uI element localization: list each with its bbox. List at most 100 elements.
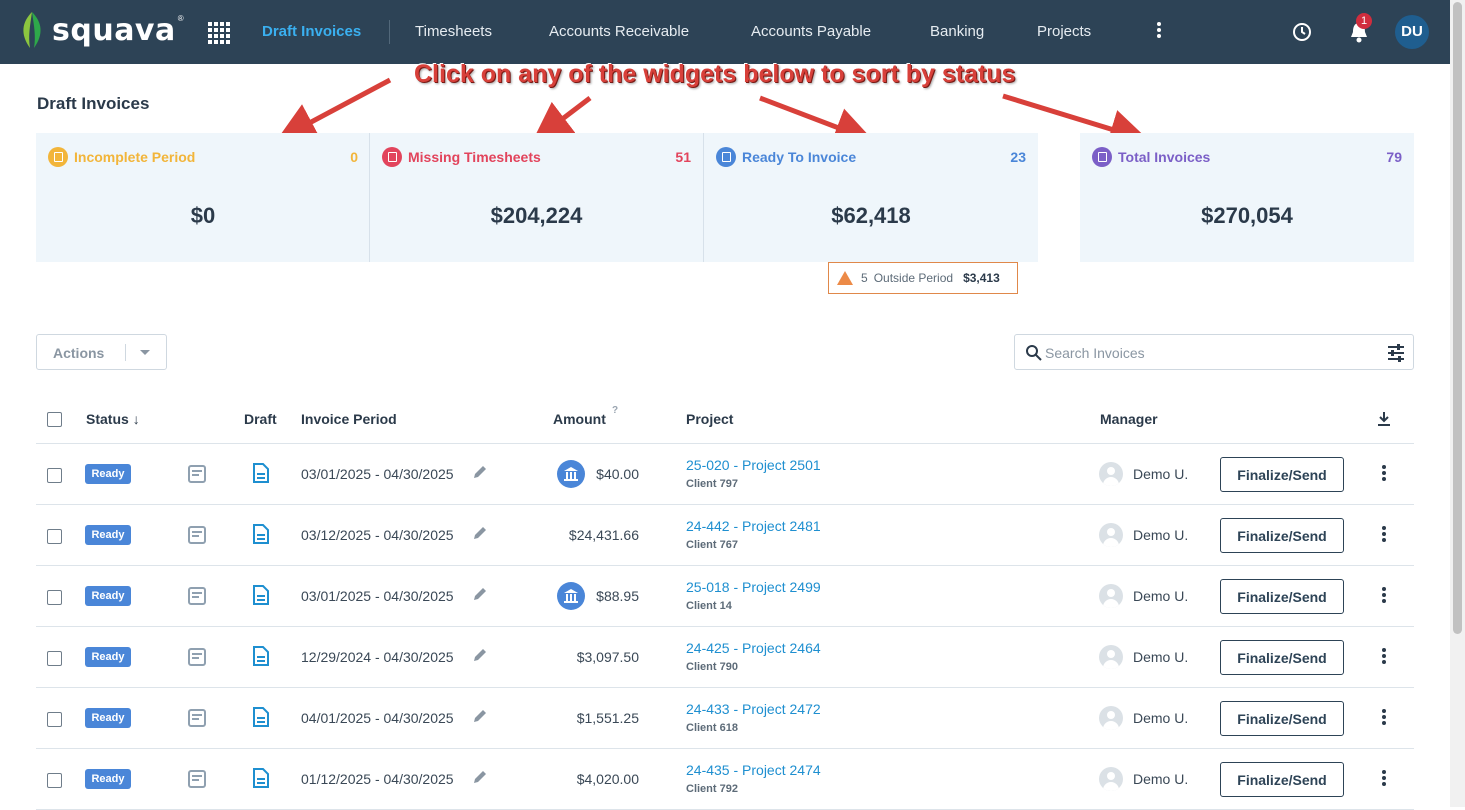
row-menu-icon[interactable]: [1380, 526, 1388, 546]
notes-icon[interactable]: [187, 708, 207, 728]
nav-banking[interactable]: Banking: [930, 23, 984, 40]
invoice-period: 03/01/2025 - 04/30/2025: [301, 466, 454, 482]
widget-count: 23: [1010, 149, 1026, 165]
nav-more-icon[interactable]: [1154, 22, 1164, 42]
outside-period-label: Outside Period: [873, 271, 954, 285]
widget-label: Total Invoices: [1118, 149, 1211, 165]
draft-document-icon[interactable]: [252, 768, 270, 788]
invoice-amount: $88.95: [596, 588, 639, 604]
finalize-send-button[interactable]: Finalize/Send: [1220, 701, 1344, 736]
manager-name: Demo U.: [1133, 527, 1189, 543]
invoice-amount: $24,431.66: [568, 527, 639, 543]
search-icon: [1026, 345, 1042, 361]
app-grid-icon[interactable]: [208, 22, 230, 44]
notes-icon[interactable]: [187, 586, 207, 606]
project-link[interactable]: 24-435 - Project 2474: [686, 762, 821, 778]
table-row[interactable]: Ready 03/01/2025 - 04/30/2025 $88.95 25-018…: [36, 566, 1414, 627]
row-menu-icon[interactable]: [1380, 709, 1388, 729]
widget-missing-timesheets[interactable]: Missing Timesheets 51 $204,224: [370, 133, 703, 262]
draft-document-icon[interactable]: [252, 463, 270, 483]
finalize-send-button[interactable]: Finalize/Send: [1220, 762, 1344, 797]
notes-icon[interactable]: [187, 769, 207, 789]
finalize-send-button[interactable]: Finalize/Send: [1220, 518, 1344, 553]
clock-icon[interactable]: [1292, 22, 1312, 42]
client-name: Client 797: [686, 478, 738, 490]
notes-icon[interactable]: [187, 525, 207, 545]
draft-document-icon[interactable]: [252, 524, 270, 544]
widget-count: 51: [675, 149, 691, 165]
download-icon[interactable]: [1376, 411, 1392, 427]
column-header-invoice-period[interactable]: Invoice Period: [301, 411, 397, 427]
manager-avatar: [1099, 645, 1123, 669]
row-checkbox[interactable]: [47, 529, 62, 544]
draft-document-icon[interactable]: [252, 585, 270, 605]
finalize-send-button[interactable]: Finalize/Send: [1220, 457, 1344, 492]
row-menu-icon[interactable]: [1380, 465, 1388, 485]
draft-document-icon[interactable]: [252, 646, 270, 666]
manager-avatar: [1099, 706, 1123, 730]
nav-projects[interactable]: Projects: [1037, 23, 1091, 40]
select-all-checkbox[interactable]: [47, 412, 62, 427]
outside-period-count: 5: [861, 271, 868, 285]
row-menu-icon[interactable]: [1380, 587, 1388, 607]
project-link[interactable]: 25-020 - Project 2501: [686, 457, 821, 473]
finalize-send-button[interactable]: Finalize/Send: [1220, 640, 1344, 675]
status-badge: Ready: [85, 769, 131, 789]
pencil-edit-icon[interactable]: [472, 586, 488, 602]
row-checkbox[interactable]: [47, 468, 62, 483]
widget-ready-to-invoice[interactable]: Ready To Invoice 23 $62,418: [704, 133, 1038, 262]
nav-accounts-receivable[interactable]: Accounts Receivable: [549, 23, 689, 40]
widget-incomplete-period[interactable]: Incomplete Period 0 $0: [36, 133, 370, 262]
project-link[interactable]: 24-425 - Project 2464: [686, 640, 821, 656]
chevron-down-icon[interactable]: [140, 350, 150, 355]
table-row[interactable]: Ready 03/12/2025 - 04/30/2025 $24,431.66 24…: [36, 505, 1414, 566]
row-menu-icon[interactable]: [1380, 648, 1388, 668]
widget-label: Ready To Invoice: [742, 149, 857, 165]
table-row[interactable]: Ready 04/01/2025 - 04/30/2025 $1,551.25 24-…: [36, 688, 1414, 749]
project-link[interactable]: 24-433 - Project 2472: [686, 701, 821, 717]
column-header-status[interactable]: Status ↓: [86, 411, 140, 427]
pencil-edit-icon[interactable]: [472, 708, 488, 724]
row-checkbox[interactable]: [47, 712, 62, 727]
row-checkbox[interactable]: [47, 590, 62, 605]
logo-text: squava: [52, 12, 176, 48]
row-menu-icon[interactable]: [1380, 770, 1388, 790]
bank-icon[interactable]: [557, 582, 585, 610]
logo[interactable]: squava ®: [18, 10, 184, 50]
project-link[interactable]: 24-442 - Project 2481: [686, 518, 821, 534]
user-avatar[interactable]: DU: [1395, 15, 1429, 49]
amount-help-icon[interactable]: ?: [612, 405, 618, 416]
nav-accounts-payable[interactable]: Accounts Payable: [751, 23, 871, 40]
scrollbar-thumb[interactable]: [1453, 2, 1462, 634]
outside-period-alert[interactable]: 5 Outside Period $3,413: [828, 262, 1018, 294]
draft-document-icon[interactable]: [252, 707, 270, 727]
manager-name: Demo U.: [1133, 710, 1189, 726]
table-row[interactable]: Ready 01/12/2025 - 04/30/2025 $4,020.00 24-…: [36, 749, 1414, 810]
table-row[interactable]: Ready 12/29/2024 - 04/30/2025 $3,097.50 24-…: [36, 627, 1414, 688]
row-checkbox[interactable]: [47, 773, 62, 788]
notes-icon[interactable]: [187, 647, 207, 667]
column-header-manager[interactable]: Manager: [1100, 411, 1158, 427]
column-header-amount[interactable]: Amount: [553, 411, 606, 427]
column-header-draft[interactable]: Draft: [244, 411, 277, 427]
invoice-amount: $3,097.50: [576, 649, 639, 665]
pencil-edit-icon[interactable]: [472, 647, 488, 663]
row-checkbox[interactable]: [47, 651, 62, 666]
manager-avatar: [1099, 767, 1123, 791]
project-link[interactable]: 25-018 - Project 2499: [686, 579, 821, 595]
widget-amount: $204,224: [490, 203, 583, 228]
search-input[interactable]: [1045, 341, 1375, 365]
pencil-edit-icon[interactable]: [472, 769, 488, 785]
actions-dropdown[interactable]: Actions: [36, 334, 167, 370]
column-header-project[interactable]: Project: [686, 411, 733, 427]
table-row[interactable]: Ready 03/01/2025 - 04/30/2025 $40.00 25-020…: [36, 444, 1414, 505]
pencil-edit-icon[interactable]: [472, 525, 488, 541]
pencil-edit-icon[interactable]: [472, 464, 488, 480]
nav-timesheets[interactable]: Timesheets: [415, 23, 492, 40]
bank-icon[interactable]: [557, 460, 585, 488]
filter-sliders-icon[interactable]: [1387, 344, 1405, 362]
finalize-send-button[interactable]: Finalize/Send: [1220, 579, 1344, 614]
notes-icon[interactable]: [187, 464, 207, 484]
nav-draft-invoices[interactable]: Draft Invoices: [262, 23, 361, 40]
widget-total-invoices[interactable]: Total Invoices 79 $270,054: [1080, 133, 1414, 262]
